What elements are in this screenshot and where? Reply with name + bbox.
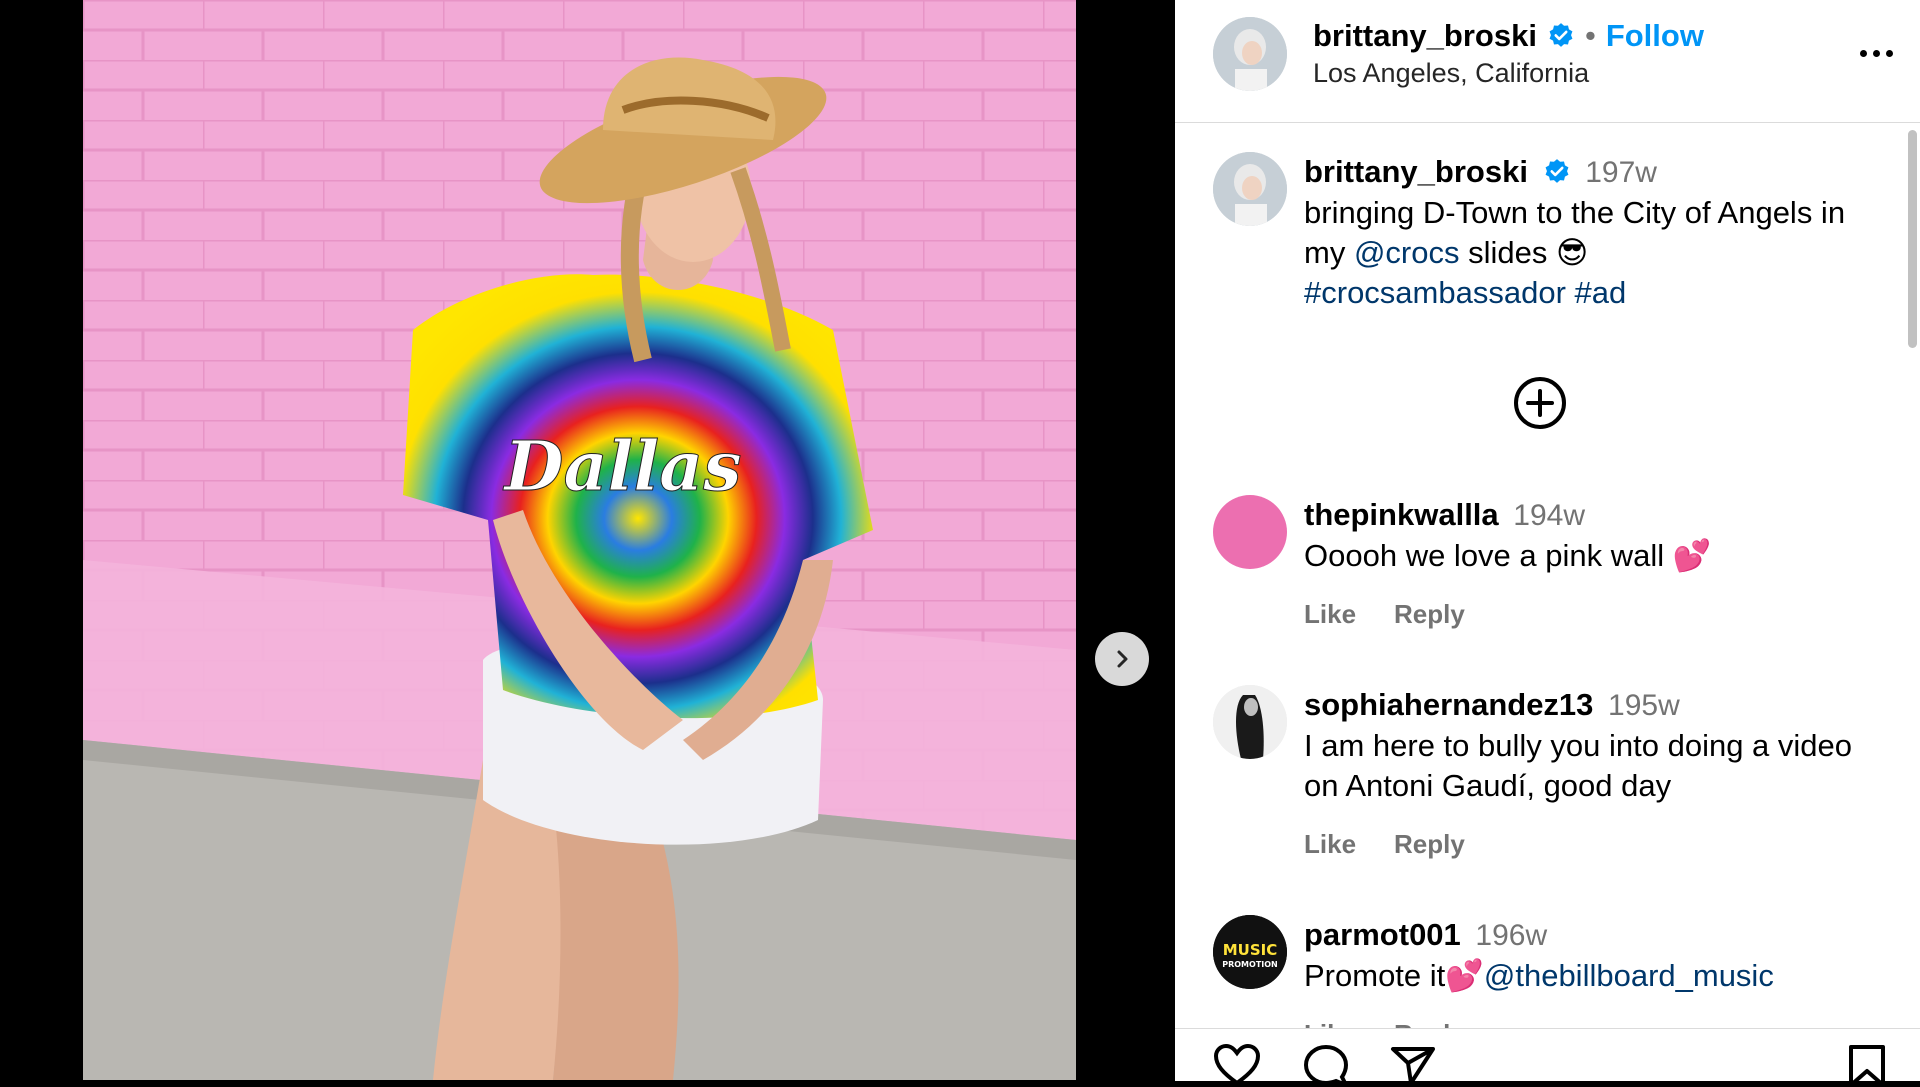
share-icon[interactable] <box>1389 1043 1437 1087</box>
post-action-bar <box>1175 1028 1920 1087</box>
comment-avatar[interactable] <box>1213 495 1287 569</box>
comment-like-button[interactable]: Like <box>1304 824 1356 864</box>
author-avatar[interactable] <box>1213 17 1287 91</box>
comment-time[interactable]: 195w <box>1608 689 1680 722</box>
comment-text: Ooooh we love a pink wall 💕 <box>1304 538 1712 573</box>
header-user-line: brittany_broski • Follow <box>1313 18 1704 54</box>
comment-avatar[interactable] <box>1213 685 1287 759</box>
shirt-text: Dallas <box>502 427 741 507</box>
comment-actions: Like Reply <box>1304 1014 1884 1028</box>
comment-like-button[interactable]: Like <box>1304 1014 1356 1028</box>
avatar-text-music: MUSIC <box>1223 941 1278 959</box>
caption-body: brittany_broski 197w bringing D-Town to … <box>1304 152 1884 313</box>
bookmark-icon[interactable] <box>1847 1043 1887 1087</box>
caption-avatar[interactable] <box>1213 152 1287 226</box>
comment-icon[interactable] <box>1302 1043 1350 1087</box>
avatar-text-promotion: PROMOTION <box>1222 960 1278 969</box>
heart-icon[interactable] <box>1213 1043 1261 1087</box>
comments-scrollbar[interactable] <box>1908 130 1917 348</box>
author-username[interactable]: brittany_broski <box>1313 18 1537 54</box>
plus-circle-icon[interactable] <box>1512 375 1568 431</box>
comment-body: parmot001 196w Promote it💕@thebillboard_… <box>1304 915 1884 1028</box>
follow-button[interactable]: Follow <box>1606 18 1704 54</box>
caption-hashtags[interactable]: #crocsambassador #ad <box>1304 275 1626 310</box>
verified-badge-icon <box>1549 23 1573 47</box>
comment-username[interactable]: thepinkwallla <box>1304 497 1499 532</box>
comment-text: Promote it💕 <box>1304 958 1484 993</box>
comment-text: I am here to bully you into doing a vide… <box>1304 728 1853 803</box>
post-header: brittany_broski • Follow Los Angeles, Ca… <box>1175 0 1920 123</box>
post-details-panel: brittany_broski • Follow Los Angeles, Ca… <box>1175 0 1920 1087</box>
comment-body: thepinkwallla 194w Ooooh we love a pink … <box>1304 495 1884 634</box>
post-photo[interactable]: Dallas <box>83 0 1076 1080</box>
comments-scroll-area[interactable]: brittany_broski 197w bringing D-Town to … <box>1175 123 1920 1028</box>
comment-time[interactable]: 196w <box>1475 919 1547 952</box>
media-viewer: Dallas <box>0 0 1175 1080</box>
comment-reply-button[interactable]: Reply <box>1394 824 1465 864</box>
comment-reply-button[interactable]: Reply <box>1394 1014 1465 1028</box>
comment-time[interactable]: 194w <box>1513 499 1585 532</box>
caption-text-2: slides 😎 <box>1459 235 1589 270</box>
next-photo-button[interactable] <box>1095 632 1149 686</box>
comment-username[interactable]: sophiahernandez13 <box>1304 687 1593 722</box>
verified-badge-icon <box>1545 159 1569 183</box>
post-location[interactable]: Los Angeles, California <box>1313 58 1589 89</box>
caption-username[interactable]: brittany_broski <box>1304 154 1528 189</box>
comment-avatar[interactable]: MUSIC PROMOTION <box>1213 915 1287 989</box>
separator-dot: • <box>1584 18 1596 53</box>
caption-time[interactable]: 197w <box>1585 156 1657 189</box>
caption-mention[interactable]: @crocs <box>1354 235 1460 270</box>
more-options-icon <box>1859 49 1867 57</box>
comment-body: sophiahernandez13 195w I am here to bull… <box>1304 685 1884 864</box>
post-photo-illustration: Dallas <box>83 0 1076 1080</box>
comment-username[interactable]: parmot001 <box>1304 917 1461 952</box>
chevron-right-icon <box>1117 650 1128 668</box>
comment-like-button[interactable]: Like <box>1304 594 1356 634</box>
more-options-button[interactable] <box>1851 38 1901 68</box>
comment-actions: Like Reply <box>1304 824 1884 864</box>
comment-mention[interactable]: @thebillboard_music <box>1484 958 1774 993</box>
comment-actions: Like Reply <box>1304 594 1884 634</box>
comment-reply-button[interactable]: Reply <box>1394 594 1465 634</box>
